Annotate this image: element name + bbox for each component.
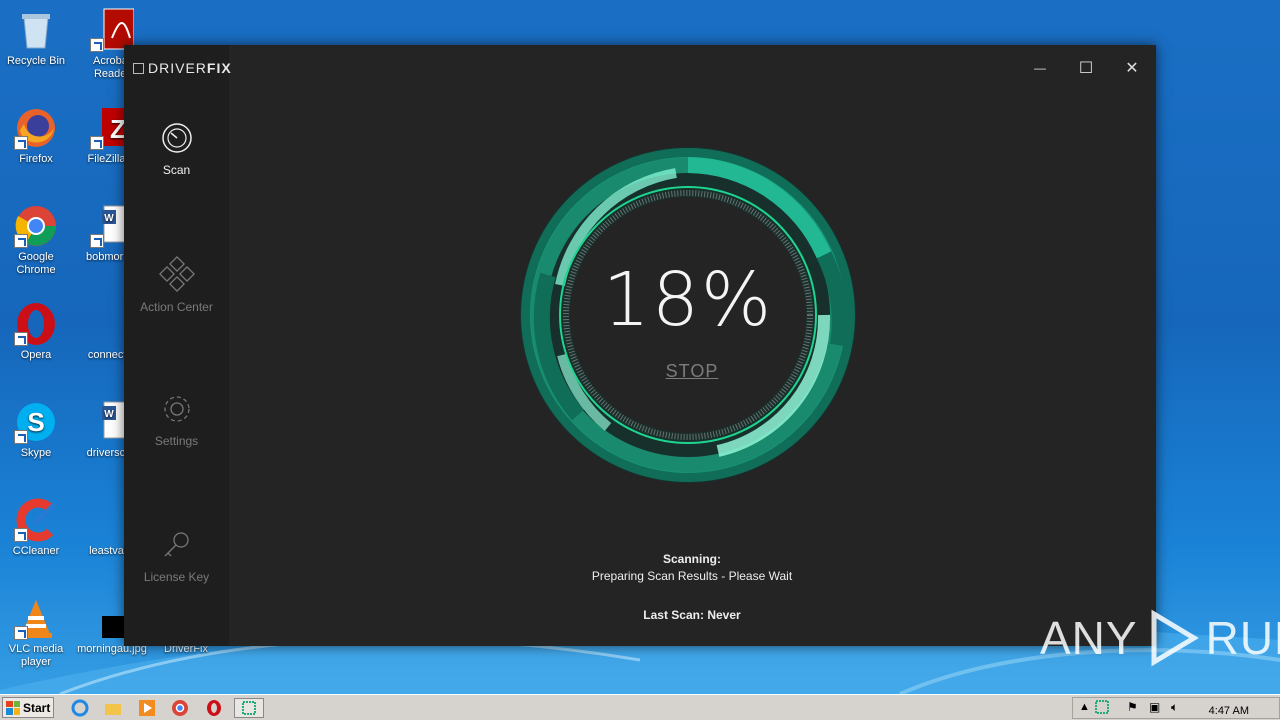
shortcut-arrow-icon [14, 626, 28, 640]
media-player-taskbar-icon[interactable] [137, 698, 157, 718]
clock[interactable]: 4:47 AM [1209, 705, 1249, 717]
maximize-icon: ☐ [1078, 60, 1094, 77]
gauge-icon [161, 123, 192, 153]
anyrun-watermark: ANY RUN [1040, 608, 1280, 668]
shortcut-arrow-icon [14, 430, 28, 444]
recycle-bin-icon [14, 8, 58, 52]
scan-percent: 18% [602, 257, 774, 343]
skype-icon: S [14, 400, 58, 444]
opera-icon [14, 302, 58, 346]
gear-icon [163, 396, 190, 422]
chrome-taskbar-icon[interactable] [170, 698, 190, 718]
app-logo: DRIVER FIX [133, 60, 232, 76]
shortcut-arrow-icon [90, 136, 104, 150]
brand-bold: FIX [206, 60, 232, 76]
svg-text:S: S [27, 407, 44, 437]
svg-text:W: W [104, 409, 114, 420]
firefox-icon [14, 106, 58, 150]
driverfix-tray-icon[interactable] [1095, 700, 1109, 719]
desktop-icon-label: Recycle Bin [6, 55, 66, 67]
logo-square-icon [133, 62, 144, 74]
desktop-icon-firefox[interactable]: Firefox [0, 106, 72, 166]
watermark-left: ANY [1040, 612, 1138, 664]
desktop-icon-label: VLC media player [8, 643, 64, 668]
opera-taskbar-icon[interactable] [204, 698, 224, 718]
vlc-icon [14, 596, 58, 640]
driverfix-window: DRIVER FIX Scan Action Center Settings L… [124, 45, 1156, 646]
brand-light: DRIVER [148, 60, 207, 76]
scan-status-title: Scanning: [662, 552, 721, 566]
sidebar-item-license-key[interactable]: License Key [124, 528, 229, 584]
chrome-icon [14, 204, 58, 248]
sidebar-item-label: Scan [162, 163, 191, 177]
start-label: Start [23, 700, 51, 715]
network-icon[interactable]: ▣ [1149, 700, 1160, 714]
scan-status-detail: Preparing Scan Results - Please Wait [591, 569, 793, 583]
desktop-icon-label: Google Chrome [16, 251, 56, 276]
desktop-icon-ccleaner[interactable]: CCleaner [0, 498, 72, 558]
desktop-icon-label: CCleaner [12, 545, 60, 557]
diamond-grid-icon [158, 256, 195, 292]
play-triangle-icon [1151, 609, 1199, 667]
ie-taskbar-icon[interactable] [70, 698, 90, 718]
sidebar-item-label: Action Center [140, 300, 213, 314]
speaker-icon[interactable]: 🔈︎ [1171, 700, 1178, 715]
start-button[interactable]: Start [2, 697, 54, 718]
desktop-icon-chrome[interactable]: Google Chrome [0, 204, 72, 277]
sidebar: DRIVER FIX Scan Action Center Settings L… [124, 45, 232, 646]
shortcut-arrow-icon [14, 332, 28, 346]
system-tray: ▲ ⚑ ▣ 🔈︎ 4:47 AM [1072, 697, 1280, 719]
shortcut-arrow-icon [14, 234, 28, 248]
watermark-right: RUN [1205, 612, 1280, 664]
desktop-icon-label: Firefox [19, 153, 53, 165]
close-icon: ✕ [1125, 60, 1139, 77]
sidebar-item-label: Settings [154, 434, 199, 448]
close-button[interactable]: ✕ [1118, 57, 1146, 79]
svg-text:W: W [104, 213, 114, 224]
explorer-taskbar-icon[interactable] [103, 698, 123, 718]
ccleaner-icon [14, 498, 58, 542]
desktop-icon-recycle-bin[interactable]: Recycle Bin [0, 8, 72, 68]
shortcut-arrow-icon [90, 38, 104, 52]
sidebar-item-settings[interactable]: Settings [124, 392, 229, 448]
windows-flag-icon [6, 700, 20, 715]
shortcut-arrow-icon [14, 528, 28, 542]
last-scan-text: Last Scan: Never [643, 608, 741, 622]
desktop-icon-label: Opera [20, 349, 52, 361]
maximize-button[interactable]: ☐ [1072, 57, 1100, 79]
sidebar-item-label: License Key [143, 570, 210, 584]
sidebar-item-action-center[interactable]: Action Center [124, 256, 229, 314]
shortcut-arrow-icon [90, 234, 104, 248]
chevron-up-icon[interactable]: ▲ [1079, 701, 1090, 713]
minimize-button[interactable]: — [1026, 57, 1054, 79]
shortcut-arrow-icon [14, 136, 28, 150]
key-icon [164, 532, 189, 557]
sidebar-item-scan[interactable]: Scan [124, 121, 229, 177]
stop-scan-button[interactable]: STOP [648, 361, 736, 382]
flag-icon[interactable]: ⚑ [1127, 700, 1138, 714]
desktop-icon-label: Skype [20, 447, 52, 459]
desktop-icon-opera[interactable]: Opera [0, 302, 72, 362]
taskbar: Start ▲ ⚑ ▣ 🔈︎ 4:47 AM [0, 694, 1280, 720]
desktop-icon-skype[interactable]: S Skype [0, 400, 72, 460]
minimize-icon: — [1034, 61, 1046, 75]
desktop-icon-vlc[interactable]: VLC media player [0, 596, 72, 669]
driverfix-taskbar-icon[interactable] [234, 698, 264, 718]
